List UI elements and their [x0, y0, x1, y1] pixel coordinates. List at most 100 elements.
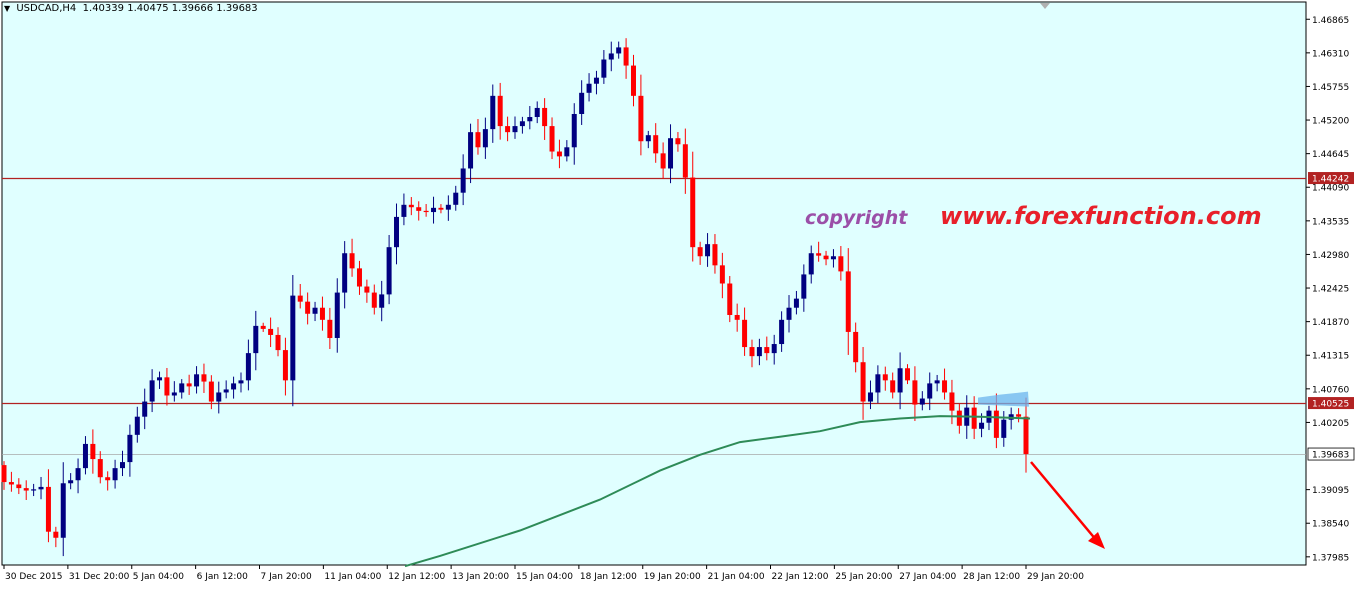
candle-body: [31, 489, 37, 491]
candle-body: [756, 347, 762, 357]
y-tick-label: 1.40205: [1312, 419, 1349, 429]
candle-body: [623, 47, 629, 66]
candle-body: [475, 132, 481, 148]
candle-body: [297, 295, 303, 302]
candle-body: [408, 204, 414, 208]
candle-body: [119, 462, 125, 469]
candle-body: [282, 350, 288, 381]
chart-window[interactable]: ▼ USDCAD,H4 1.40339 1.40475 1.39666 1.39…: [0, 0, 1362, 588]
candle-body: [816, 253, 822, 256]
candle-body: [253, 325, 259, 354]
level-price-label: 1.44242: [1312, 175, 1349, 185]
candle-body: [512, 126, 518, 133]
x-tick-label: 11 Jan 04:00: [324, 572, 381, 582]
triangle-down-icon[interactable]: ▼: [4, 4, 10, 13]
y-tick-label: 1.45200: [1312, 117, 1349, 127]
candle-body: [927, 383, 933, 399]
x-tick-label: 29 Jan 20:00: [1027, 572, 1084, 582]
y-tick-label: 1.43535: [1312, 217, 1349, 227]
candle-body: [460, 168, 466, 193]
candle-body: [379, 294, 385, 308]
candle-body: [334, 292, 340, 338]
candle-body: [90, 443, 96, 460]
x-tick-label: 19 Jan 20:00: [644, 572, 701, 582]
candle-body: [149, 380, 155, 402]
candle-body: [275, 334, 281, 351]
y-tick-label: 1.46865: [1312, 16, 1349, 26]
x-tick-label: 21 Jan 04:00: [708, 572, 765, 582]
candle-body: [208, 381, 214, 402]
candle-body: [105, 477, 111, 481]
candle-body: [38, 486, 44, 490]
candle-body: [445, 204, 451, 210]
candle-body: [764, 347, 770, 354]
candle-body: [497, 95, 503, 127]
candle-body: [653, 135, 659, 154]
candle-body: [549, 126, 555, 152]
x-tick-label: 13 Jan 20:00: [452, 572, 509, 582]
candle-body: [423, 210, 429, 213]
candle-body: [164, 377, 170, 396]
x-tick-label: 12 Jan 12:00: [388, 572, 445, 582]
candle-body: [890, 380, 896, 393]
candle-body: [290, 295, 296, 381]
candle-body: [16, 484, 22, 489]
x-tick-label: 27 Jan 04:00: [899, 572, 956, 582]
candle-body: [305, 301, 311, 314]
candle-body: [1023, 416, 1029, 455]
candle-body: [638, 95, 644, 142]
candle-body: [238, 380, 244, 384]
candle-body: [719, 265, 725, 284]
candle-body: [919, 398, 925, 405]
candle-body: [505, 126, 511, 133]
y-tick-label: 1.41870: [1312, 318, 1349, 328]
candle-body: [68, 480, 74, 484]
candle-body: [45, 486, 51, 532]
candle-body: [882, 374, 888, 381]
candle-body: [712, 244, 718, 266]
candle-body: [82, 443, 88, 469]
candle-body: [186, 383, 192, 387]
candle-body: [134, 416, 140, 435]
candle-body: [823, 255, 829, 260]
y-tick-label: 1.44645: [1312, 150, 1349, 160]
candle-body: [993, 410, 999, 438]
level-price-label: 1.40525: [1312, 400, 1349, 410]
y-tick-label: 1.44090: [1312, 184, 1349, 194]
candle-body: [608, 53, 614, 60]
candle-body: [1016, 414, 1022, 417]
y-tick-label: 1.37985: [1312, 553, 1349, 563]
candle-body: [979, 422, 985, 429]
candle-body: [201, 374, 207, 382]
x-tick-label: 25 Jan 20:00: [835, 572, 892, 582]
candle-body: [645, 135, 651, 142]
plot-area[interactable]: [1, 1, 1307, 566]
candle-body: [697, 247, 703, 257]
x-tick-label: 6 Jan 12:00: [197, 572, 249, 582]
candle-body: [260, 325, 266, 329]
candle-body: [53, 531, 59, 538]
candle-body: [112, 468, 118, 481]
candle-body: [808, 253, 814, 275]
candle-body: [749, 347, 755, 357]
candle-body: [453, 192, 459, 205]
candle-body: [431, 207, 437, 213]
candle-body: [593, 77, 599, 84]
candle-body: [60, 483, 66, 538]
candle-body: [682, 144, 688, 178]
candle-body: [1001, 419, 1007, 438]
y-tick-label: 1.42980: [1312, 251, 1349, 261]
symbol-timeframe: USDCAD,H4: [16, 3, 77, 14]
candle-body: [660, 153, 666, 169]
candle-body: [312, 307, 318, 314]
candle-body: [223, 389, 229, 393]
close-value: 1.39683: [216, 3, 258, 14]
candle-body: [157, 377, 163, 381]
candle-body: [579, 92, 585, 114]
x-tick-label: 28 Jan 12:00: [963, 572, 1020, 582]
candle-body: [830, 256, 836, 260]
candle-body: [742, 319, 748, 348]
price-chart[interactable]: 1.46865 1.46310 1.45755 1.45200 1.44645 1.440…: [0, 0, 1362, 588]
candle-body: [786, 307, 792, 320]
candle-body: [601, 59, 607, 78]
